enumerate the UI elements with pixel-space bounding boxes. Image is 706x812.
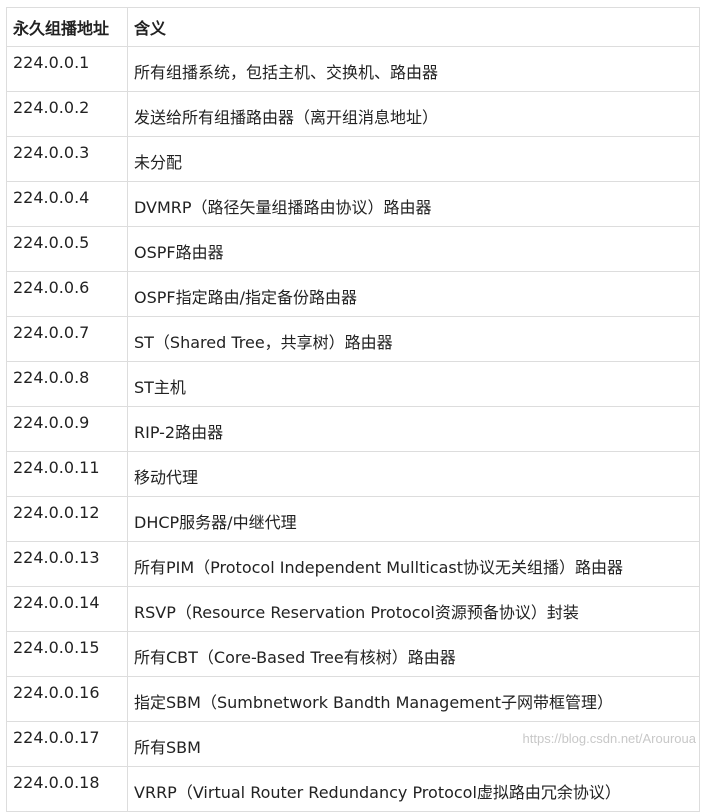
table-row: 224.0.0.12 DHCP服务器/中继代理 [6,496,700,542]
address-cell: 224.0.0.3 [6,136,128,182]
table-row: 224.0.0.1 所有组播系统，包括主机、交换机、路由器 [6,46,700,92]
meaning-cell: ST主机 [127,361,700,407]
header-address: 永久组播地址 [6,7,128,47]
address-cell: 224.0.0.12 [6,496,128,542]
meaning-cell: 所有CBT（Core-Based Tree有核树）路由器 [127,631,700,677]
table-row: 224.0.0.13 所有PIM（Protocol Independent Mu… [6,541,700,587]
address-cell: 224.0.0.1 [6,46,128,92]
table-row: 224.0.0.7 ST（Shared Tree，共享树）路由器 [6,316,700,362]
meaning-cell: 所有组播系统，包括主机、交换机、路由器 [127,46,700,92]
table-row: 224.0.0.11 移动代理 [6,451,700,497]
address-cell: 224.0.0.13 [6,541,128,587]
meaning-cell: DHCP服务器/中继代理 [127,496,700,542]
address-cell: 224.0.0.16 [6,676,128,722]
address-cell: 224.0.0.11 [6,451,128,497]
address-cell: 224.0.0.5 [6,226,128,272]
meaning-cell: VRRP（Virtual Router Redundancy Protocol虚… [127,766,700,812]
table-row: 224.0.0.5 OSPF路由器 [6,226,700,272]
table-row: 224.0.0.15 所有CBT（Core-Based Tree有核树）路由器 [6,631,700,677]
meaning-cell: 指定SBM（Sumbnetwork Bandth Management子网带框管… [127,676,700,722]
address-cell: 224.0.0.17 [6,721,128,767]
address-cell: 224.0.0.7 [6,316,128,362]
table-header-row: 永久组播地址 含义 [6,7,700,47]
watermark: https://blog.csdn.net/Arouroua [522,731,696,746]
multicast-address-table: 永久组播地址 含义 224.0.0.1 所有组播系统，包括主机、交换机、路由器 … [6,7,700,812]
address-cell: 224.0.0.14 [6,586,128,632]
meaning-cell: 移动代理 [127,451,700,497]
address-cell: 224.0.0.15 [6,631,128,677]
table-row: 224.0.0.2 发送给所有组播路由器（离开组消息地址） [6,91,700,137]
meaning-cell: DVMRP（路径矢量组播路由协议）路由器 [127,181,700,227]
table-row: 224.0.0.6 OSPF指定路由/指定备份路由器 [6,271,700,317]
table-row: 224.0.0.14 RSVP（Resource Reservation Pro… [6,586,700,632]
meaning-cell: RIP-2路由器 [127,406,700,452]
address-cell: 224.0.0.4 [6,181,128,227]
meaning-cell: ST（Shared Tree，共享树）路由器 [127,316,700,362]
meaning-cell: OSPF路由器 [127,226,700,272]
table-row: 224.0.0.18 VRRP（Virtual Router Redundanc… [6,766,700,812]
address-cell: 224.0.0.18 [6,766,128,812]
address-cell: 224.0.0.6 [6,271,128,317]
meaning-cell: 未分配 [127,136,700,182]
address-cell: 224.0.0.2 [6,91,128,137]
header-meaning: 含义 [127,7,700,47]
address-cell: 224.0.0.8 [6,361,128,407]
table-row: 224.0.0.4 DVMRP（路径矢量组播路由协议）路由器 [6,181,700,227]
table-row: 224.0.0.9 RIP-2路由器 [6,406,700,452]
table-row: 224.0.0.3 未分配 [6,136,700,182]
address-cell: 224.0.0.9 [6,406,128,452]
table-row: 224.0.0.8 ST主机 [6,361,700,407]
meaning-cell: OSPF指定路由/指定备份路由器 [127,271,700,317]
meaning-cell: RSVP（Resource Reservation Protocol资源预备协议… [127,586,700,632]
table-row: 224.0.0.16 指定SBM（Sumbnetwork Bandth Mana… [6,676,700,722]
meaning-cell: 发送给所有组播路由器（离开组消息地址） [127,91,700,137]
meaning-cell: 所有PIM（Protocol Independent Mullticast协议无… [127,541,700,587]
